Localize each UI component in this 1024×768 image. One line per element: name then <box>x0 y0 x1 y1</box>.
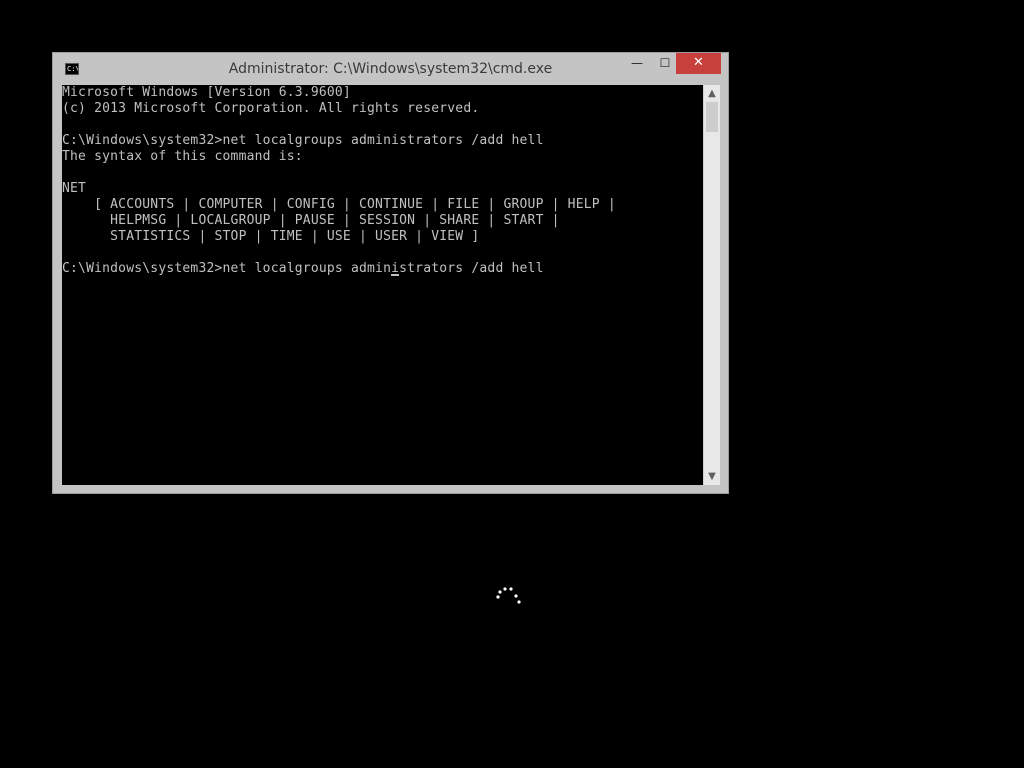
scroll-up-arrow-icon[interactable]: ▲ <box>704 85 720 102</box>
cmd-window: C:\. Administrator: C:\Windows\system32\… <box>52 52 729 494</box>
console-line: Microsoft Windows [Version 6.3.9600] <box>62 85 351 100</box>
scroll-down-arrow-icon[interactable]: ▼ <box>704 468 720 485</box>
console-lines: Microsoft Windows [Version 6.3.9600] (c) … <box>62 85 703 277</box>
desktop: C:\. Administrator: C:\Windows\system32\… <box>0 0 1024 768</box>
console-line: C:\Windows\system32>net localgroups admi… <box>62 261 544 276</box>
maximize-button[interactable]: ☐ <box>651 53 679 74</box>
title-bar[interactable]: C:\. Administrator: C:\Windows\system32\… <box>53 53 728 85</box>
text-cursor <box>391 274 399 276</box>
scroll-thumb[interactable] <box>706 102 718 132</box>
close-button[interactable]: ✕ <box>676 53 721 74</box>
console-line: NET <box>62 181 87 196</box>
vertical-scrollbar[interactable]: ▲ ▼ <box>703 85 720 485</box>
console-output[interactable]: Microsoft Windows [Version 6.3.9600] (c) … <box>62 85 703 485</box>
console-line: (c) 2013 Microsoft Corporation. All righ… <box>62 101 480 116</box>
console-line: C:\Windows\system32>net localgroups admi… <box>62 133 544 148</box>
console-line: STATISTICS | STOP | TIME | USE | USER | … <box>62 229 480 244</box>
console-line: [ ACCOUNTS | COMPUTER | CONFIG | CONTINU… <box>62 197 616 212</box>
console-line: HELPMSG | LOCALGROUP | PAUSE | SESSION |… <box>62 213 560 228</box>
minimize-button[interactable]: — <box>623 53 651 74</box>
loading-spinner-icon <box>492 584 524 610</box>
console-line: The syntax of this command is: <box>62 149 303 164</box>
